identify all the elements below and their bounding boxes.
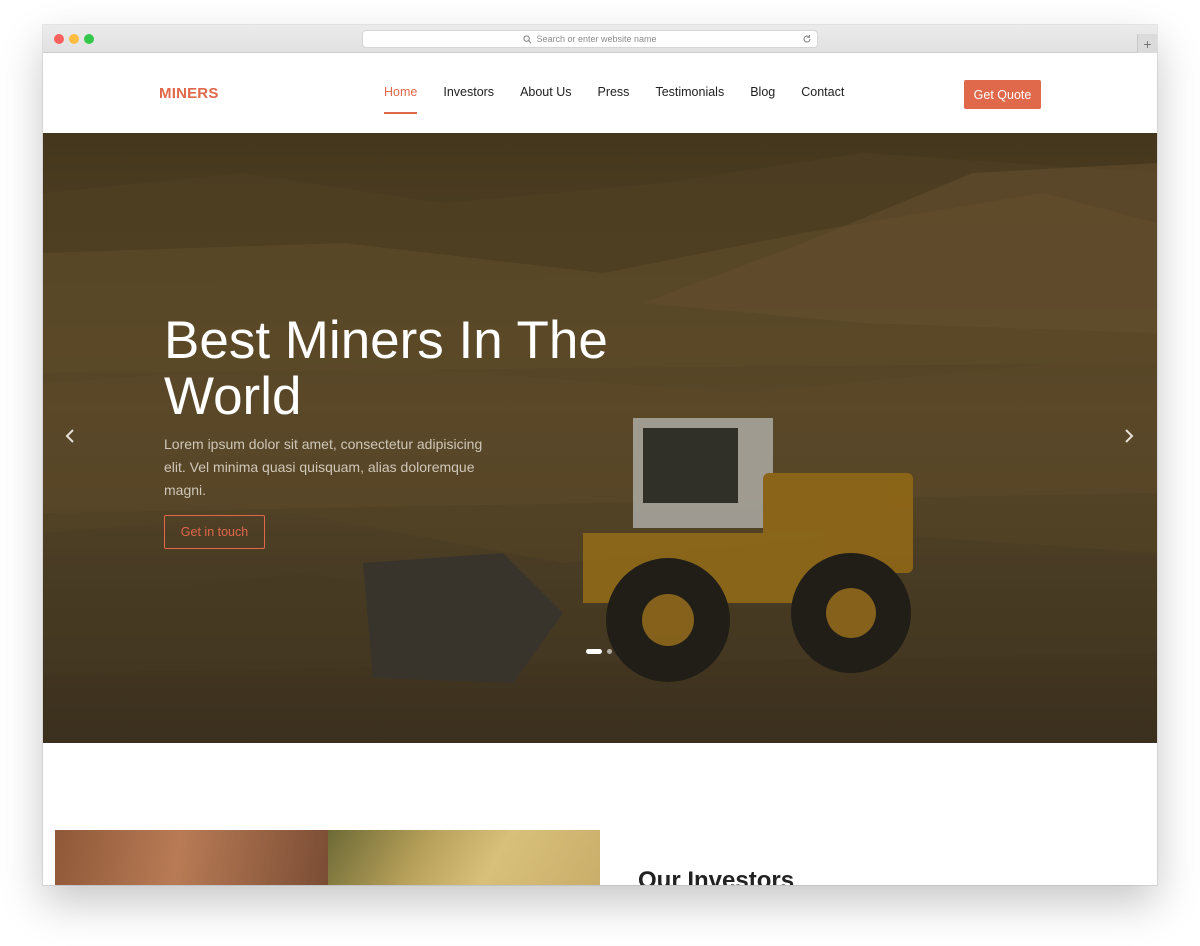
chevron-right-icon[interactable] [1122,426,1136,446]
slider-dot-active[interactable] [586,649,602,654]
hero-title: Best Miners In The World [164,311,608,426]
get-in-touch-button[interactable]: Get in touch [164,515,265,549]
main-nav: Home Investors About Us Press Testimonia… [384,85,870,114]
browser-window: Search or enter website name + MINERS Ho… [43,25,1157,885]
section-title: Our Investors [638,867,795,885]
site-header: MINERS Home Investors About Us Press Tes… [43,53,1157,133]
close-window-button[interactable] [54,34,64,44]
slider-pagination [586,649,617,654]
investor-image [328,830,600,885]
slider-dot[interactable] [607,649,612,654]
maximize-window-button[interactable] [84,34,94,44]
reload-icon[interactable] [802,34,812,44]
brand-logo[interactable]: MINERS [159,85,219,102]
hero-description: Lorem ipsum dolor sit amet, consectetur … [164,436,483,498]
minimize-window-button[interactable] [69,34,79,44]
investor-image [55,830,328,885]
nav-item-press[interactable]: Press [597,85,629,99]
nav-item-contact[interactable]: Contact [801,85,844,99]
hero-slider: Best Miners In The World Lorem ipsum dol… [43,133,1157,743]
browser-titlebar: Search or enter website name + [43,25,1157,53]
nav-item-about-us[interactable]: About Us [520,85,571,99]
new-tab-button[interactable]: + [1137,34,1157,53]
investors-section: Our Investors [43,743,1157,885]
chevron-left-icon[interactable] [63,426,77,446]
search-icon [523,34,532,43]
nav-item-investors[interactable]: Investors [443,85,494,99]
get-quote-button[interactable]: Get Quote [964,80,1041,109]
address-placeholder: Search or enter website name [536,34,657,44]
nav-item-home[interactable]: Home [384,85,418,114]
address-bar[interactable]: Search or enter website name [362,30,818,48]
nav-item-blog[interactable]: Blog [750,85,775,99]
nav-item-testimonials[interactable]: Testimonials [655,85,724,99]
